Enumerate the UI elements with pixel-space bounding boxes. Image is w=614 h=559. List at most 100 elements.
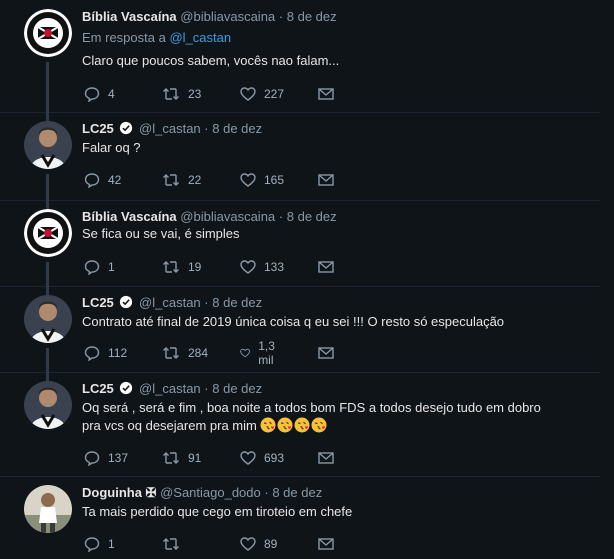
tweet-text: Ta mais perdido que cego em tiroteio em … bbox=[82, 504, 353, 519]
retweet-count: 22 bbox=[188, 173, 202, 187]
display-name[interactable]: Bíblia Vascaína bbox=[82, 9, 177, 24]
handle[interactable]: @bibliavascaina bbox=[180, 9, 275, 24]
kiss-emoji-icon bbox=[260, 417, 276, 433]
handle[interactable]: @l_castan bbox=[139, 381, 201, 396]
retweet-count: 91 bbox=[188, 451, 202, 465]
retweet-icon bbox=[163, 538, 179, 550]
retweet-button[interactable]: 19 bbox=[162, 257, 201, 277]
avatar[interactable] bbox=[24, 209, 72, 257]
dm-button[interactable] bbox=[318, 343, 342, 363]
reply-button[interactable]: 1 bbox=[84, 257, 115, 277]
retweet-count: 23 bbox=[188, 87, 202, 101]
separator: · bbox=[278, 9, 284, 24]
tweet[interactable]: Doguinha ✠ @Santiago_dodo · 8 de dez Ta … bbox=[0, 476, 600, 559]
reply-button[interactable]: 137 bbox=[84, 448, 128, 468]
thread-line bbox=[46, 62, 49, 112]
like-icon bbox=[240, 260, 256, 274]
reply-button[interactable]: 112 bbox=[84, 343, 127, 363]
reply-button[interactable]: 42 bbox=[84, 170, 121, 190]
tweet-text: Oq será , será e fim , boa noite a todos… bbox=[82, 399, 580, 438]
like-button[interactable]: 1,3 mil bbox=[240, 339, 281, 367]
reply-context: Em resposta a @l_castan bbox=[82, 30, 231, 45]
dm-button[interactable] bbox=[318, 84, 342, 104]
like-icon bbox=[240, 451, 256, 465]
retweet-button[interactable]: 284 bbox=[162, 343, 208, 363]
reply-prefix: Em resposta a bbox=[82, 30, 166, 45]
like-count: 693 bbox=[264, 451, 285, 465]
dm-button[interactable] bbox=[318, 448, 342, 468]
timestamp[interactable]: 8 de dez bbox=[212, 295, 262, 310]
thread-line bbox=[46, 200, 49, 209]
dm-button[interactable] bbox=[318, 170, 342, 190]
like-button[interactable]: 227 bbox=[240, 84, 284, 104]
handle[interactable]: @bibliavascaina bbox=[180, 209, 275, 224]
thread-line bbox=[46, 112, 49, 121]
handle[interactable]: @l_castan bbox=[139, 121, 201, 136]
separator: · bbox=[264, 485, 269, 500]
display-name[interactable]: LC25 bbox=[82, 295, 114, 310]
thread-line bbox=[46, 262, 49, 286]
tweet[interactable]: Bíblia Vascaína @bibliavascaina · 8 de d… bbox=[0, 200, 600, 287]
dm-icon bbox=[318, 347, 334, 359]
tweet[interactable]: LC25 @l_castan · 8 de dez Contrato até f… bbox=[0, 286, 600, 373]
retweet-button[interactable]: 23 bbox=[162, 84, 201, 104]
timestamp[interactable]: 8 de dez bbox=[287, 209, 337, 224]
retweet-button[interactable]: 22 bbox=[162, 170, 201, 190]
handle[interactable]: @Santiago_dodo bbox=[160, 485, 261, 500]
dm-icon bbox=[318, 88, 334, 100]
retweet-button[interactable] bbox=[162, 534, 188, 554]
tweet[interactable]: LC25 @l_castan · 8 de dez Falar oq ? 42 … bbox=[0, 112, 600, 201]
retweet-icon bbox=[163, 452, 179, 464]
thread-line bbox=[46, 372, 49, 381]
like-count: 1,3 mil bbox=[258, 339, 275, 367]
dm-icon bbox=[318, 174, 334, 186]
avatar[interactable] bbox=[24, 121, 72, 169]
dm-button[interactable] bbox=[318, 534, 342, 554]
like-count: 227 bbox=[264, 87, 285, 101]
timestamp[interactable]: 8 de dez bbox=[272, 485, 322, 500]
display-name[interactable]: Doguinha ✠ bbox=[82, 485, 156, 500]
tweet-header: Bíblia Vascaína @bibliavascaina · 8 de d… bbox=[82, 9, 590, 25]
timestamp[interactable]: 8 de dez bbox=[212, 381, 262, 396]
tweet[interactable]: LC25 @l_castan · 8 de dez Oq será , será… bbox=[0, 372, 600, 477]
verified-icon bbox=[120, 381, 133, 395]
dm-icon bbox=[318, 452, 334, 464]
like-icon bbox=[240, 348, 250, 358]
separator: · bbox=[204, 381, 209, 396]
tweet-text: Contrato até final de 2019 única coisa q… bbox=[82, 314, 505, 329]
like-button[interactable]: 89 bbox=[240, 534, 277, 554]
like-button[interactable]: 133 bbox=[240, 257, 284, 277]
reply-to-link[interactable]: @l_castan bbox=[169, 30, 231, 45]
tweet-text: Se fica ou se vai, é simples bbox=[82, 226, 240, 241]
avatar[interactable] bbox=[24, 9, 72, 57]
timestamp[interactable]: 8 de dez bbox=[287, 9, 337, 24]
retweet-count: 19 bbox=[188, 260, 202, 274]
tweet-text-line: Oq será , será e fim , boa noite a todos… bbox=[82, 400, 541, 415]
tweet-header: LC25 @l_castan · 8 de dez bbox=[82, 381, 590, 397]
display-name[interactable]: LC25 bbox=[82, 121, 114, 136]
retweet-icon bbox=[163, 88, 179, 100]
kiss-emoji-icon bbox=[311, 417, 327, 433]
avatar[interactable] bbox=[24, 295, 72, 343]
tweet-header: Doguinha ✠ @Santiago_dodo · 8 de dez bbox=[82, 485, 590, 501]
tweet-header: Bíblia Vascaína @bibliavascaina · 8 de d… bbox=[82, 209, 590, 225]
like-count: 89 bbox=[264, 537, 278, 551]
reply-icon bbox=[84, 346, 100, 361]
reply-button[interactable]: 1 bbox=[84, 534, 115, 554]
dm-button[interactable] bbox=[318, 257, 342, 277]
reply-button[interactable]: 4 bbox=[84, 84, 115, 104]
separator: · bbox=[204, 295, 209, 310]
like-button[interactable]: 165 bbox=[240, 170, 284, 190]
reply-count: 112 bbox=[108, 346, 128, 360]
tweet-header: LC25 @l_castan · 8 de dez bbox=[82, 295, 590, 311]
display-name[interactable]: LC25 bbox=[82, 381, 114, 396]
handle[interactable]: @l_castan bbox=[139, 295, 201, 310]
display-name[interactable]: Bíblia Vascaína bbox=[82, 209, 177, 224]
retweet-button[interactable]: 91 bbox=[162, 448, 201, 468]
like-icon bbox=[240, 173, 256, 187]
avatar[interactable] bbox=[24, 485, 72, 533]
timestamp[interactable]: 8 de dez bbox=[212, 121, 262, 136]
tweet[interactable]: Bíblia Vascaína @bibliavascaina · 8 de d… bbox=[0, 0, 600, 113]
like-button[interactable]: 693 bbox=[240, 448, 284, 468]
avatar[interactable] bbox=[24, 381, 72, 429]
